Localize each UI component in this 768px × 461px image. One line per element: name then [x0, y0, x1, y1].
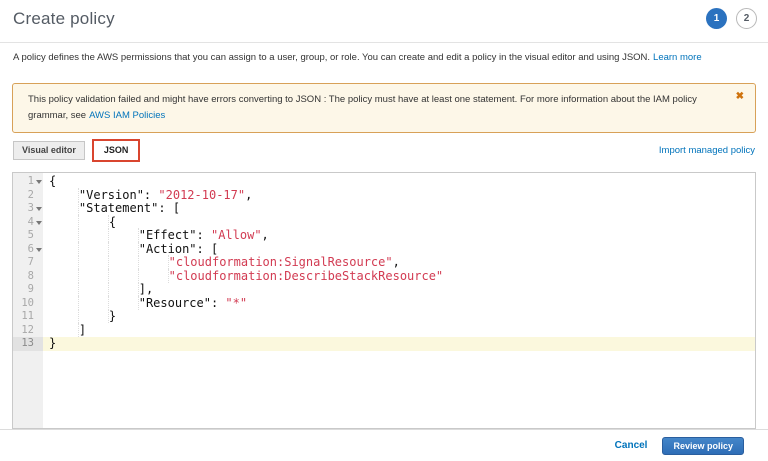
code-text: "cloudformation:DescribeStackResource"	[43, 270, 755, 284]
code-text: "cloudformation:SignalResource",	[43, 256, 755, 270]
step-1-indicator[interactable]: 1	[706, 8, 727, 29]
json-editor-content[interactable]: 1{2 "Version": "2012-10-17",3 "Statement…	[13, 175, 755, 351]
fold-caret-icon[interactable]	[36, 207, 42, 211]
code-text: "Action": [	[43, 243, 755, 257]
editor-line-4[interactable]: 4 {	[13, 216, 755, 230]
editor-line-7[interactable]: 7 "cloudformation:SignalResource",	[13, 256, 755, 270]
tab-json[interactable]: JSON	[94, 141, 139, 160]
code-text: {	[43, 216, 755, 230]
code-text: }	[43, 310, 755, 324]
editor-line-3[interactable]: 3 "Statement": [	[13, 202, 755, 216]
code-text: "Version": "2012-10-17",	[43, 189, 755, 203]
code-text: ],	[43, 283, 755, 297]
fold-caret-icon[interactable]	[36, 248, 42, 252]
footer-bar: Cancel Review policy	[0, 429, 768, 461]
editor-line-13[interactable]: 13}	[13, 337, 755, 351]
create-policy-page: Create policy 1 2 A policy defines the A…	[0, 0, 768, 461]
json-policy-editor[interactable]: 1{2 "Version": "2012-10-17",3 "Statement…	[12, 172, 756, 429]
tab-visual-editor[interactable]: Visual editor	[13, 141, 85, 160]
code-text: "Statement": [	[43, 202, 755, 216]
page-title: Create policy	[13, 9, 115, 29]
step-indicator: 1 2	[706, 8, 757, 29]
code-text: {	[43, 175, 755, 189]
line-number: 4	[13, 216, 43, 230]
code-text: ]	[43, 324, 755, 338]
line-number: 12	[13, 324, 43, 338]
editor-line-1[interactable]: 1{	[13, 175, 755, 189]
line-number: 11	[13, 310, 43, 324]
line-number: 6	[13, 243, 43, 257]
line-number: 2	[13, 189, 43, 203]
intro-text: A policy defines the AWS permissions tha…	[13, 52, 758, 63]
intro-description: A policy defines the AWS permissions tha…	[13, 52, 650, 63]
line-number: 8	[13, 270, 43, 284]
line-number: 3	[13, 202, 43, 216]
alert-close-icon[interactable]: ✖	[736, 89, 744, 105]
editor-line-12[interactable]: 12 ]	[13, 324, 755, 338]
validation-alert: This policy validation failed and might …	[12, 83, 756, 133]
code-text: }	[43, 337, 755, 351]
editor-line-8[interactable]: 8 "cloudformation:DescribeStackResource"	[13, 270, 755, 284]
editor-line-10[interactable]: 10 "Resource": "*"	[13, 297, 755, 311]
code-text: "Resource": "*"	[43, 297, 755, 311]
editor-line-9[interactable]: 9 ],	[13, 283, 755, 297]
title-divider	[0, 42, 768, 43]
line-number: 7	[13, 256, 43, 270]
fold-caret-icon[interactable]	[36, 180, 42, 184]
line-number: 10	[13, 297, 43, 311]
step-2-indicator[interactable]: 2	[736, 8, 757, 29]
fold-caret-icon[interactable]	[36, 221, 42, 225]
editor-line-5[interactable]: 5 "Effect": "Allow",	[13, 229, 755, 243]
review-policy-button[interactable]: Review policy	[662, 437, 744, 455]
line-number: 1	[13, 175, 43, 189]
editor-line-11[interactable]: 11 }	[13, 310, 755, 324]
code-text: "Effect": "Allow",	[43, 229, 755, 243]
cancel-button[interactable]: Cancel	[615, 440, 648, 451]
editor-tabs: Visual editor JSON	[13, 141, 138, 160]
line-number: 9	[13, 283, 43, 297]
alert-iam-policies-link[interactable]: AWS IAM Policies	[89, 110, 165, 121]
learn-more-link[interactable]: Learn more	[653, 52, 702, 63]
import-managed-policy-link[interactable]: Import managed policy	[659, 145, 755, 156]
editor-line-2[interactable]: 2 "Version": "2012-10-17",	[13, 189, 755, 203]
line-number: 5	[13, 229, 43, 243]
editor-line-6[interactable]: 6 "Action": [	[13, 243, 755, 257]
line-number: 13	[13, 337, 43, 351]
